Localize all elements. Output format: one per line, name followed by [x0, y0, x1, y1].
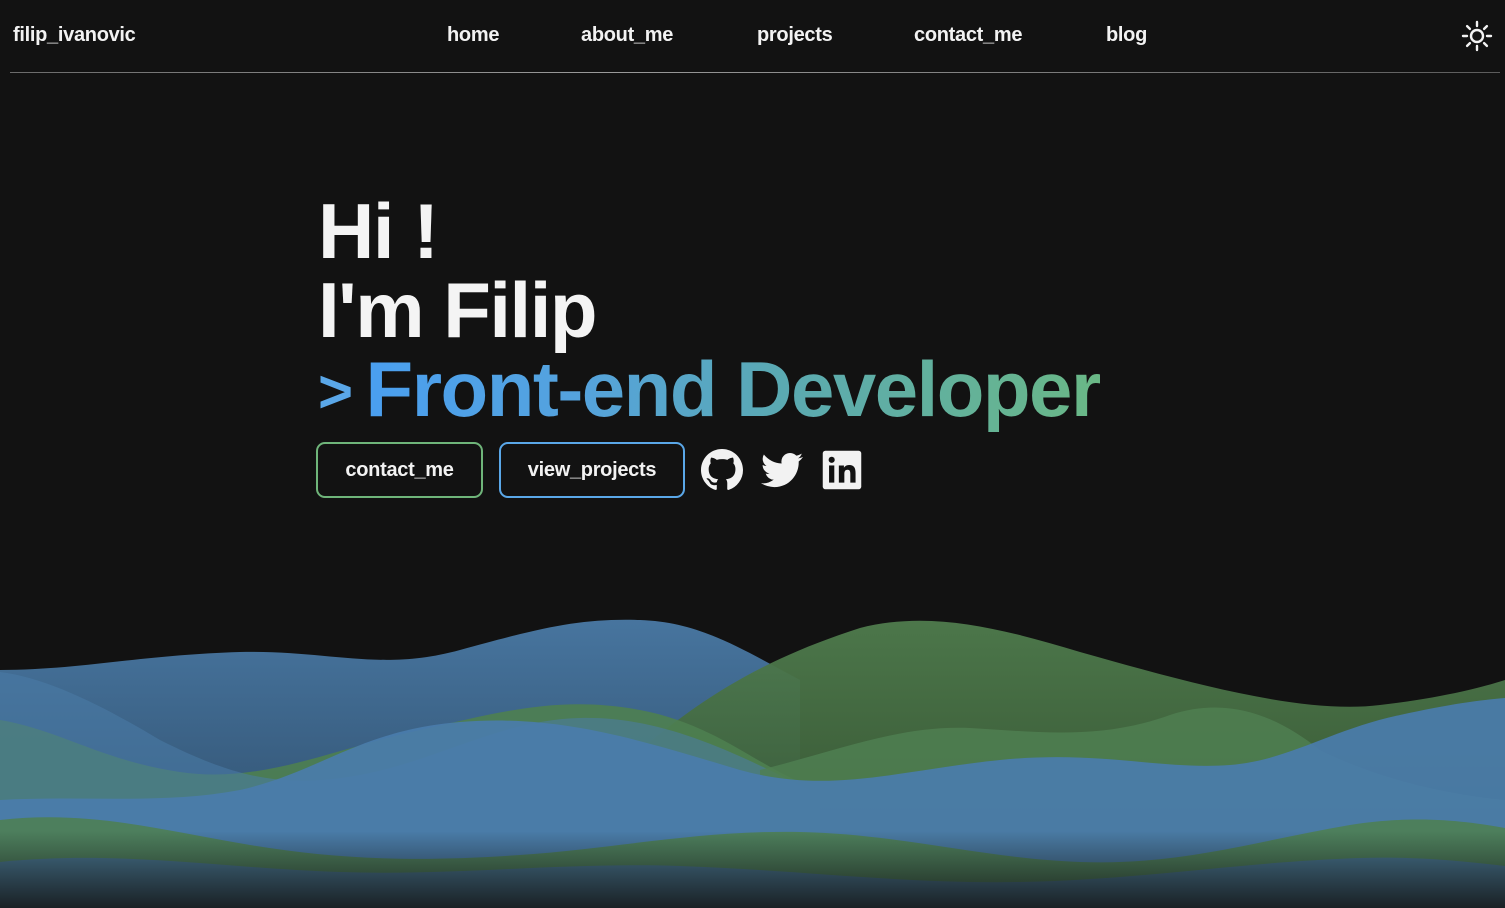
nav-blog[interactable]: blog [1106, 24, 1147, 47]
site-header: filip_ivanovic home about_me projects co… [0, 0, 1505, 73]
view-projects-button[interactable]: view_projects [499, 442, 685, 498]
nav-contact-me[interactable]: contact_me [914, 24, 1022, 47]
twitter-link[interactable] [761, 449, 803, 491]
hero-actions: contact_me view_projects [316, 440, 881, 500]
linkedin-icon [822, 450, 862, 490]
contact-me-button[interactable]: contact_me [316, 442, 483, 498]
hero-heading: Hi ! I'm Filip > Front-end Developer [318, 192, 1218, 435]
nav-about-me[interactable]: about_me [581, 24, 673, 47]
main-nav: home about_me projects contact_me blog [0, 24, 1505, 50]
social-links [701, 449, 881, 491]
github-icon [701, 449, 743, 490]
github-link[interactable] [701, 449, 743, 491]
linkedin-link[interactable] [821, 449, 863, 491]
prompt-chevron: > [318, 358, 353, 425]
theme-toggle-button[interactable] [1459, 18, 1495, 54]
decorative-waves [0, 600, 1505, 908]
nav-home[interactable]: home [447, 24, 499, 47]
sun-icon [1461, 20, 1493, 52]
nav-projects[interactable]: projects [757, 24, 833, 47]
hero-role: Front-end Developer [365, 345, 1102, 433]
page: filip_ivanovic home about_me projects co… [0, 0, 1505, 908]
hero-greeting: Hi ! [318, 187, 439, 275]
hero-intro: I'm Filip [318, 266, 598, 354]
header-divider [10, 72, 1500, 73]
twitter-icon [761, 452, 803, 488]
hero-section: Hi ! I'm Filip > Front-end Developer [318, 192, 1218, 435]
hero-role-line: > Front-end Developer [318, 350, 1218, 435]
